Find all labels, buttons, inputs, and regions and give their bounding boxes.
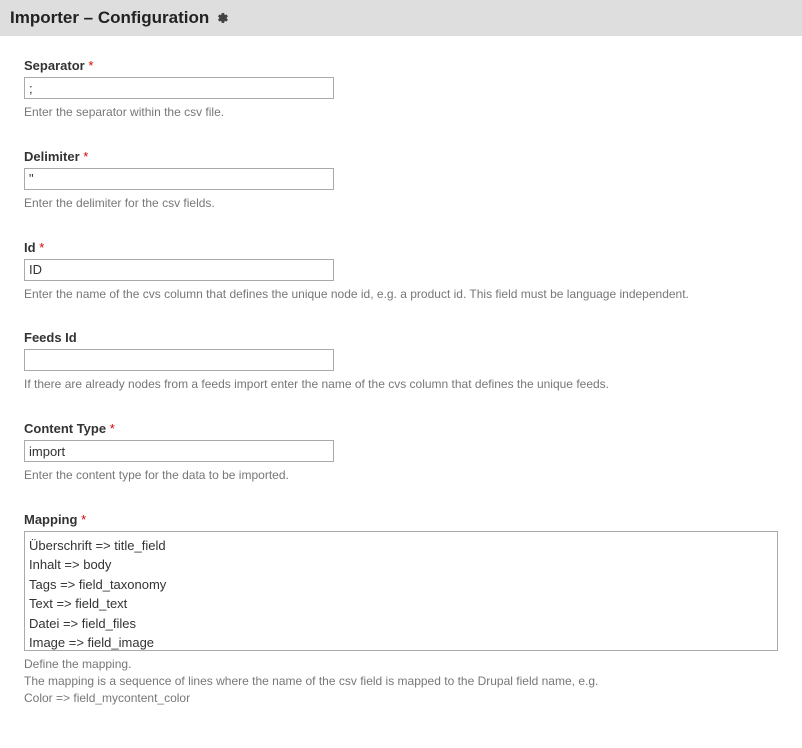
id-row: Id * Enter the name of the cvs column th…: [24, 240, 778, 303]
mapping-textarea[interactable]: Überschrift => title_field Inhalt => bod…: [24, 531, 778, 651]
content-type-help: Enter the content type for the data to b…: [24, 467, 778, 484]
content-type-row: Content Type * Enter the content type fo…: [24, 421, 778, 484]
feeds-id-input[interactable]: [24, 349, 334, 371]
separator-row: Separator * Enter the separator within t…: [24, 58, 778, 121]
required-mark: *: [83, 149, 88, 164]
delimiter-help: Enter the delimiter for the csv fields.: [24, 195, 778, 212]
delimiter-label: Delimiter *: [24, 149, 778, 164]
mapping-help-line1: Define the mapping.: [24, 656, 778, 673]
delimiter-input[interactable]: [24, 168, 334, 190]
separator-label-text: Separator: [24, 58, 85, 73]
content-type-label: Content Type *: [24, 421, 778, 436]
header-bar: Importer – Configuration: [0, 0, 802, 36]
separator-help: Enter the separator within the csv file.: [24, 104, 778, 121]
feeds-id-row: Feeds Id If there are already nodes from…: [24, 330, 778, 393]
content-type-label-text: Content Type: [24, 421, 106, 436]
delimiter-row: Delimiter * Enter the delimiter for the …: [24, 149, 778, 212]
separator-label: Separator *: [24, 58, 778, 73]
form-content: Separator * Enter the separator within t…: [0, 36, 802, 720]
id-help: Enter the name of the cvs column that de…: [24, 286, 778, 303]
delimiter-label-text: Delimiter: [24, 149, 80, 164]
gear-icon[interactable]: [217, 12, 229, 24]
id-label-text: Id: [24, 240, 36, 255]
required-mark: *: [88, 58, 93, 73]
page-title: Importer – Configuration: [10, 8, 209, 28]
feeds-id-label-text: Feeds Id: [24, 330, 77, 345]
mapping-help: Define the mapping. The mapping is a seq…: [24, 656, 778, 706]
id-label: Id *: [24, 240, 778, 255]
mapping-help-line2: The mapping is a sequence of lines where…: [24, 673, 778, 690]
required-mark: *: [110, 421, 115, 436]
mapping-label-text: Mapping: [24, 512, 77, 527]
mapping-row: Mapping * Überschrift => title_field Inh…: [24, 512, 778, 706]
required-mark: *: [39, 240, 44, 255]
content-type-input[interactable]: [24, 440, 334, 462]
required-mark: *: [81, 512, 86, 527]
id-input[interactable]: [24, 259, 334, 281]
mapping-help-line3: Color => field_mycontent_color: [24, 690, 778, 707]
separator-input[interactable]: [24, 77, 334, 99]
mapping-label: Mapping *: [24, 512, 778, 527]
feeds-id-help: If there are already nodes from a feeds …: [24, 376, 778, 393]
feeds-id-label: Feeds Id: [24, 330, 778, 345]
